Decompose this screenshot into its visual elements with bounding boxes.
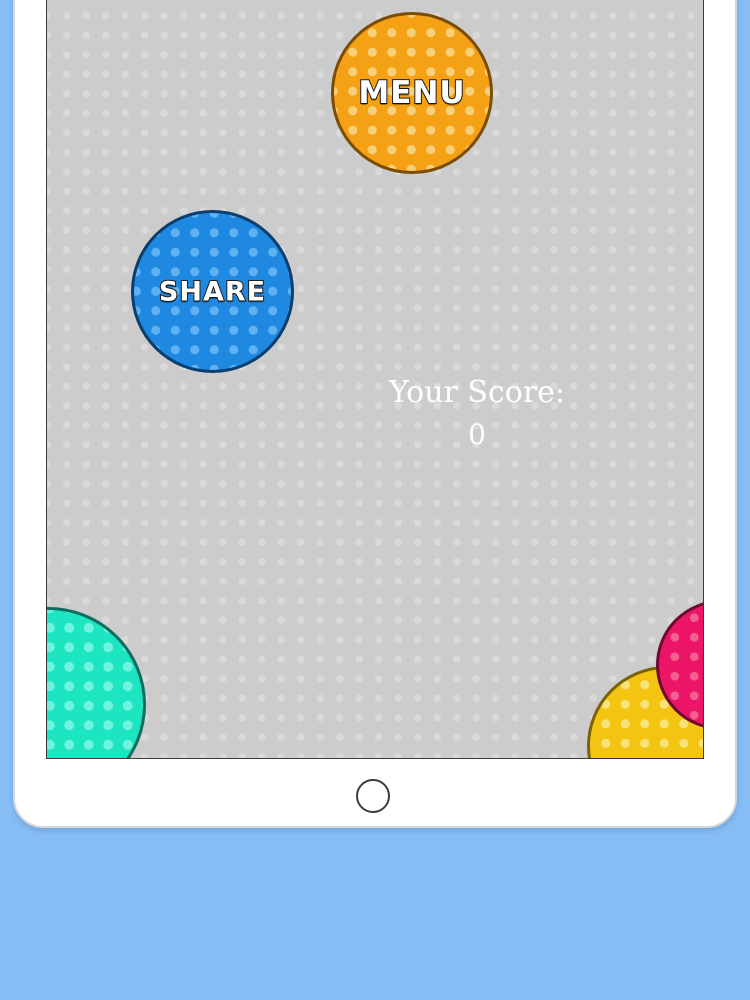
teal-ball-dots — [47, 610, 143, 758]
score-label: Your Score: — [388, 375, 566, 410]
game-screen: MENU SHARE Your Score: 0 — [46, 0, 704, 759]
share-button-label[interactable]: SHARE — [134, 275, 291, 308]
teal-ball — [47, 607, 146, 758]
menu-button-label[interactable]: MENU — [334, 74, 490, 112]
menu-button[interactable]: MENU — [331, 12, 493, 174]
share-button[interactable]: SHARE — [131, 210, 294, 373]
home-button[interactable] — [356, 779, 390, 813]
score-value: 0 — [468, 418, 486, 451]
